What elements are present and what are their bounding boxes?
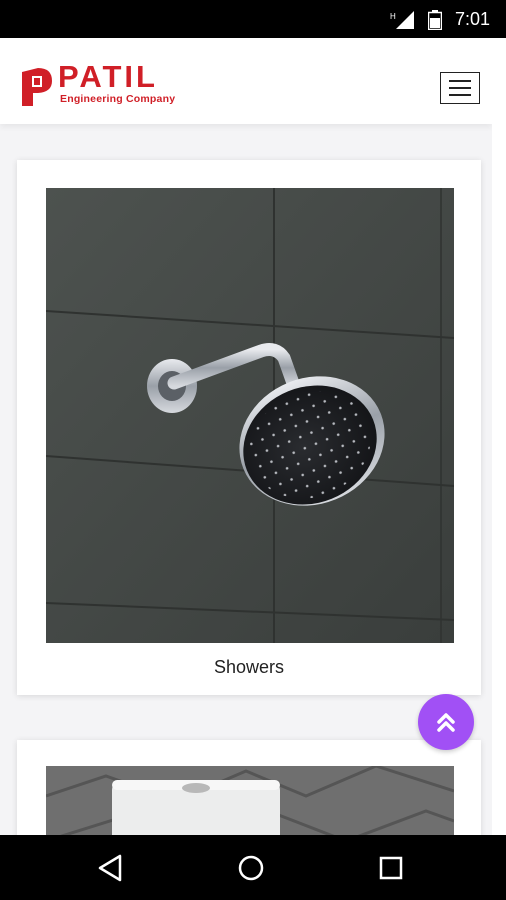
- home-icon[interactable]: [236, 853, 266, 883]
- company-logo[interactable]: PATIL Engineering Company: [20, 59, 200, 110]
- svg-text:H: H: [390, 12, 396, 21]
- app-header: PATIL Engineering Company: [0, 38, 492, 124]
- brand-subtitle: Engineering Company: [60, 93, 176, 105]
- status-bar: H 7:01: [0, 0, 506, 38]
- product-name: Showers: [213, 657, 285, 677]
- status-time: 7:01: [454, 9, 490, 29]
- signal-icon: H: [390, 11, 414, 29]
- double-chevron-up-icon: [437, 713, 455, 732]
- back-icon[interactable]: [96, 853, 124, 883]
- product-image: [46, 188, 454, 643]
- hamburger-icon: [449, 80, 471, 82]
- product-card[interactable]: Showers: [17, 160, 481, 695]
- recents-icon[interactable]: [377, 853, 405, 883]
- battery-icon: [428, 10, 442, 30]
- scroll-to-top-button[interactable]: [418, 694, 474, 750]
- shower-head-photo: [46, 188, 454, 643]
- scrollbar-gutter: [492, 38, 506, 835]
- logo-mark-icon: [22, 68, 52, 106]
- menu-button[interactable]: [440, 72, 480, 104]
- system-nav-bar: [0, 835, 506, 900]
- brand-name: PATIL: [58, 59, 158, 94]
